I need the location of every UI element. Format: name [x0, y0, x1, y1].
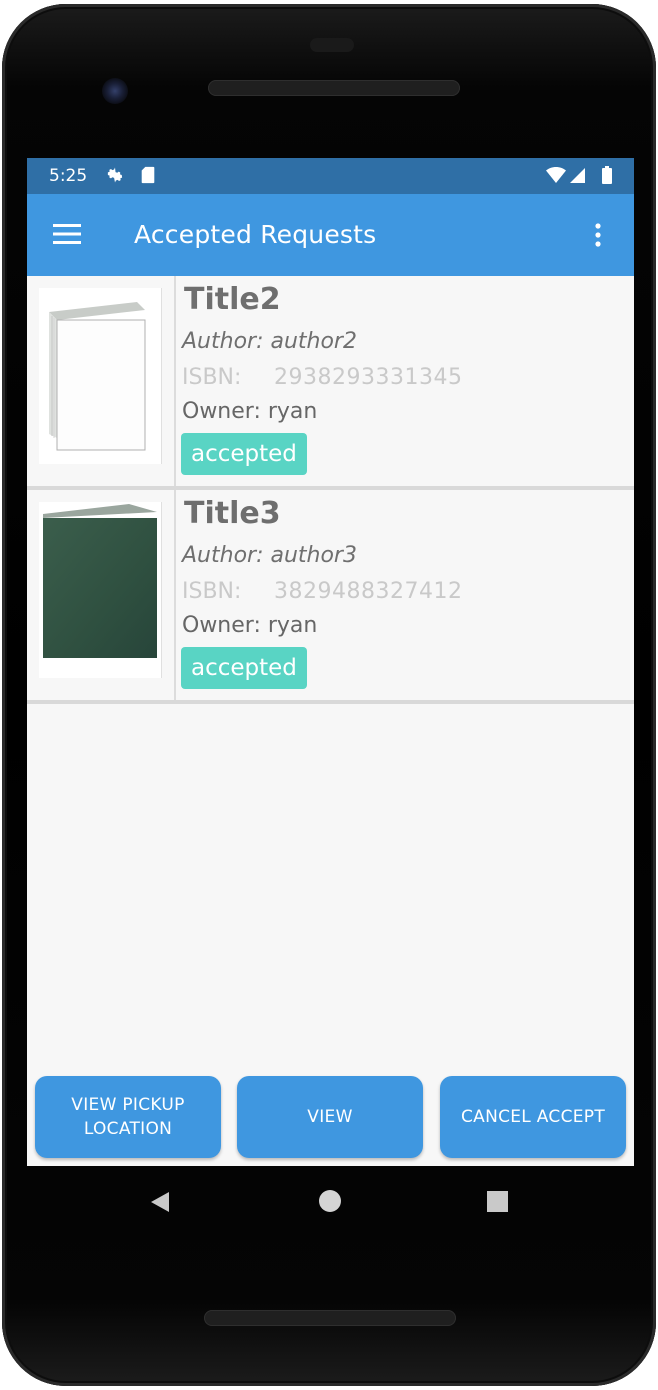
view-button[interactable]: VIEW — [237, 1076, 423, 1158]
card-divider — [174, 276, 176, 486]
book-owner: Owner: ryan — [182, 399, 318, 424]
back-icon[interactable] — [151, 1192, 169, 1212]
isbn-value: 2938293331345 — [274, 365, 463, 390]
cancel-accept-button[interactable]: CANCEL ACCEPT — [440, 1076, 626, 1158]
isbn-label: ISBN: — [182, 365, 242, 390]
view-pickup-location-button[interactable]: VIEW PICKUP LOCATION — [35, 1076, 221, 1158]
request-list: Title2 Author: author2 ISBN: 29382933313… — [27, 276, 634, 704]
sd-card-icon — [141, 166, 155, 184]
front-camera — [102, 78, 128, 104]
hamburger-menu-icon[interactable] — [53, 222, 83, 246]
page-title: Accepted Requests — [134, 220, 377, 249]
home-icon[interactable] — [319, 1190, 341, 1212]
more-vert-icon[interactable] — [592, 222, 604, 248]
white-book-cover-image — [39, 288, 161, 464]
isbn-value: 3829488327412 — [274, 579, 463, 604]
bottom-speaker-grille — [204, 1310, 456, 1326]
status-time: 5:25 — [49, 166, 88, 186]
book-title: Title3 — [184, 496, 281, 531]
status-badge: accepted — [181, 647, 307, 689]
card-divider — [174, 490, 176, 700]
view-pickup-location-label: VIEW PICKUP LOCATION — [71, 1095, 185, 1139]
earpiece-slot — [310, 38, 354, 52]
cancel-accept-label: CANCEL ACCEPT — [460, 1107, 606, 1127]
action-buttons: VIEW PICKUP LOCATION VIEW CANCEL ACCEPT — [27, 1076, 634, 1160]
system-navigation-bar — [27, 1166, 634, 1236]
top-speaker-grille — [208, 80, 460, 96]
book-cover — [39, 288, 162, 464]
book-author: Author: author2 — [182, 329, 357, 354]
battery-icon — [602, 166, 612, 184]
book-owner: Owner: ryan — [182, 613, 318, 638]
book-cover — [39, 502, 162, 678]
settings-icon — [107, 167, 123, 183]
recents-icon[interactable] — [487, 1191, 508, 1212]
book-author: Author: author3 — [182, 543, 357, 568]
app-bar: Accepted Requests — [27, 194, 634, 276]
isbn-label: ISBN: — [182, 579, 242, 604]
request-card[interactable]: Title2 Author: author2 ISBN: 29382933313… — [27, 276, 634, 490]
request-card[interactable]: Title3 Author: author3 ISBN: 38294883274… — [27, 490, 634, 704]
status-badge: accepted — [181, 433, 307, 475]
wifi-icon — [546, 167, 566, 183]
view-label: VIEW — [307, 1107, 353, 1127]
status-bar: 5:25 — [27, 158, 634, 194]
signal-icon — [570, 168, 585, 183]
book-title: Title2 — [184, 282, 281, 317]
green-book-cover-image — [39, 502, 161, 678]
screen: 5:25 Accepted Requests Title2 Author: au… — [27, 158, 634, 1166]
